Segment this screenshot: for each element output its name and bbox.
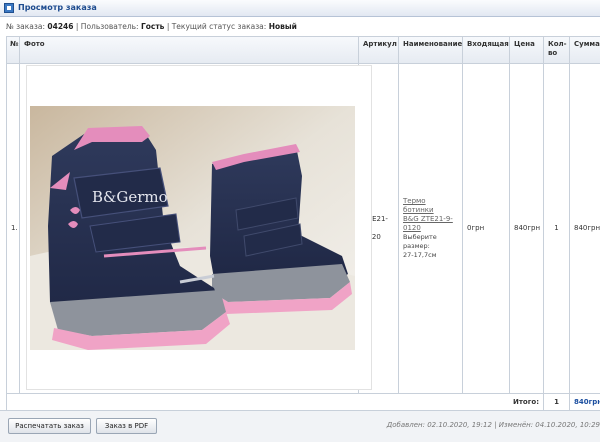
- header-article: Артикул: [359, 37, 399, 64]
- row-name: Термо ботинки B&G ZTE21-9- 0120 Выберите…: [399, 64, 463, 394]
- header-photo: Фото: [20, 37, 359, 64]
- product-name-line3: 0120: [403, 224, 421, 232]
- product-name-line1: Термо ботинки: [403, 197, 434, 214]
- header-num: №: [7, 37, 20, 64]
- product-photo[interactable]: B&Germo: [30, 106, 355, 350]
- order-items-table: № Фото Артикул Наименование Входящая Цен…: [6, 36, 600, 411]
- order-pdf-button[interactable]: Заказ в PDF: [96, 418, 157, 434]
- user-label: | Пользователь:: [75, 22, 139, 31]
- row-price: 840грн: [510, 64, 544, 394]
- order-timestamps: Добавлен: 02.10.2020, 19:12 | Изменён: 0…: [386, 421, 600, 429]
- status-label: | Текущий статус заказа:: [166, 22, 267, 31]
- window-icon: [4, 3, 14, 13]
- total-qty: 1: [544, 394, 570, 411]
- header-incoming: Входящая: [463, 37, 510, 64]
- print-order-button[interactable]: Распечатать заказ: [8, 418, 91, 434]
- order-info-line: № заказа: 04246 | Пользователь: Гость | …: [6, 22, 297, 31]
- window-title: Просмотр заказа: [18, 3, 97, 12]
- header-qty-line1: Кол-: [548, 40, 567, 48]
- product-photo-frame: B&Germo: [26, 65, 372, 390]
- total-sum: 840грн: [570, 394, 600, 411]
- order-number: 04246: [47, 22, 74, 31]
- user-value: Гость: [140, 22, 165, 31]
- row-num: 1.: [7, 64, 20, 394]
- header-name: Наименование: [399, 37, 463, 64]
- footer-bar: Распечатать заказ Заказ в PDF Добавлен: …: [0, 410, 600, 442]
- option-label: Выберите размер:: [403, 233, 437, 250]
- header-qty: Кол- во: [544, 37, 570, 64]
- row-incoming: 0грн: [463, 64, 510, 394]
- product-name-line2: B&G ZTE21-9-: [403, 215, 453, 223]
- total-label: Итого:: [7, 394, 544, 411]
- product-name-link[interactable]: Термо ботинки B&G ZTE21-9- 0120: [403, 197, 458, 233]
- order-number-label: № заказа:: [6, 22, 46, 31]
- status-value: Новый: [268, 22, 297, 31]
- header-sum: Сумма: [570, 37, 600, 64]
- row-qty: 1: [544, 64, 570, 394]
- header-price: Цена: [510, 37, 544, 64]
- option-value: 27-17,7см: [403, 251, 437, 259]
- row-sum: 840грн: [570, 64, 600, 394]
- window-titlebar: Просмотр заказа: [0, 0, 600, 17]
- product-logo-text: B&Germo: [92, 188, 168, 206]
- header-qty-line2: во: [548, 49, 558, 57]
